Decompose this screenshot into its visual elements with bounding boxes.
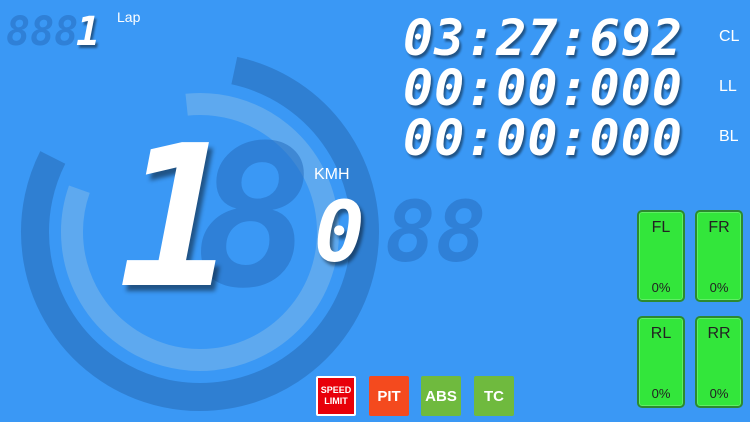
- tire-front-right: FR 0%: [695, 210, 743, 302]
- tire-label: FR: [708, 219, 730, 236]
- abs-button[interactable]: ABS: [421, 376, 461, 416]
- lap-ghost-digits: 888: [6, 9, 79, 55]
- last-lap-timer: 00:00:000 LL: [403, 59, 737, 117]
- best-lap-label: BL: [719, 128, 739, 145]
- best-lap-time: 00:00:000: [403, 109, 683, 167]
- lap-number: 1: [76, 9, 101, 55]
- tire-wear: 0%: [709, 386, 729, 401]
- tire-label: FL: [651, 219, 671, 236]
- tc-button[interactable]: TC: [474, 376, 514, 416]
- speed-limit-button[interactable]: SPEED LIMIT: [316, 376, 356, 416]
- lap-label: Lap: [117, 9, 141, 25]
- tire-rear-right: RR 0%: [695, 316, 743, 408]
- tire-wear: 0%: [651, 280, 671, 295]
- tire-wear: 0%: [709, 280, 729, 295]
- gear-indicator: 1: [118, 104, 237, 332]
- speed-value: 0: [314, 183, 365, 281]
- tire-front-left: FL 0%: [637, 210, 685, 302]
- best-lap-timer: 00:00:000 BL: [403, 109, 739, 167]
- current-lap-time: 03:27:692: [403, 9, 683, 67]
- tire-rear-left: RL 0%: [637, 316, 685, 408]
- tire-wear: 0%: [651, 386, 671, 401]
- current-lap-timer: 03:27:692 CL: [403, 9, 739, 67]
- tire-label: RL: [650, 325, 672, 342]
- last-lap-time: 00:00:000: [403, 59, 683, 117]
- current-lap-label: CL: [719, 28, 740, 45]
- pit-button[interactable]: PIT: [369, 376, 409, 416]
- last-lap-label: LL: [719, 78, 737, 95]
- speed-unit: KMH: [314, 166, 350, 183]
- tire-label: RR: [707, 325, 731, 342]
- speed-ghost-digits: 88: [385, 183, 487, 281]
